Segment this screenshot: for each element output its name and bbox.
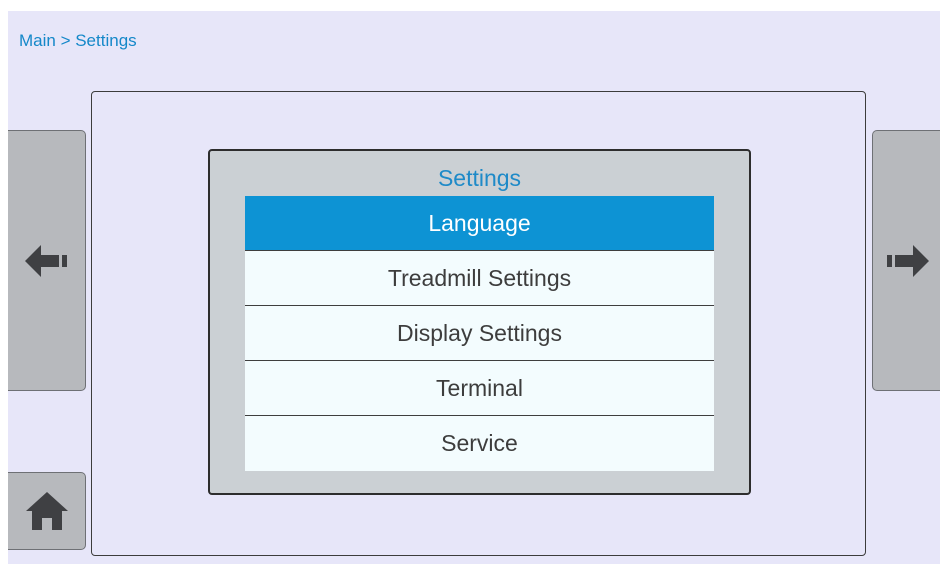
home-icon (25, 491, 69, 531)
menu-item-service[interactable]: Service (245, 416, 714, 471)
breadcrumb[interactable]: Main > Settings (19, 31, 137, 51)
menu-list: Language Treadmill Settings Display Sett… (245, 196, 714, 471)
arrow-right-icon (885, 244, 929, 277)
previous-button[interactable] (8, 130, 86, 391)
home-button[interactable] (8, 472, 86, 550)
menu-item-terminal[interactable]: Terminal (245, 361, 714, 416)
next-button[interactable] (872, 130, 940, 391)
menu-item-language[interactable]: Language (245, 196, 714, 251)
settings-menu: Settings Language Treadmill Settings Dis… (208, 149, 751, 495)
menu-item-display-settings[interactable]: Display Settings (245, 306, 714, 361)
menu-item-treadmill-settings[interactable]: Treadmill Settings (245, 251, 714, 306)
arrow-left-icon (24, 244, 69, 277)
menu-title: Settings (437, 165, 522, 191)
